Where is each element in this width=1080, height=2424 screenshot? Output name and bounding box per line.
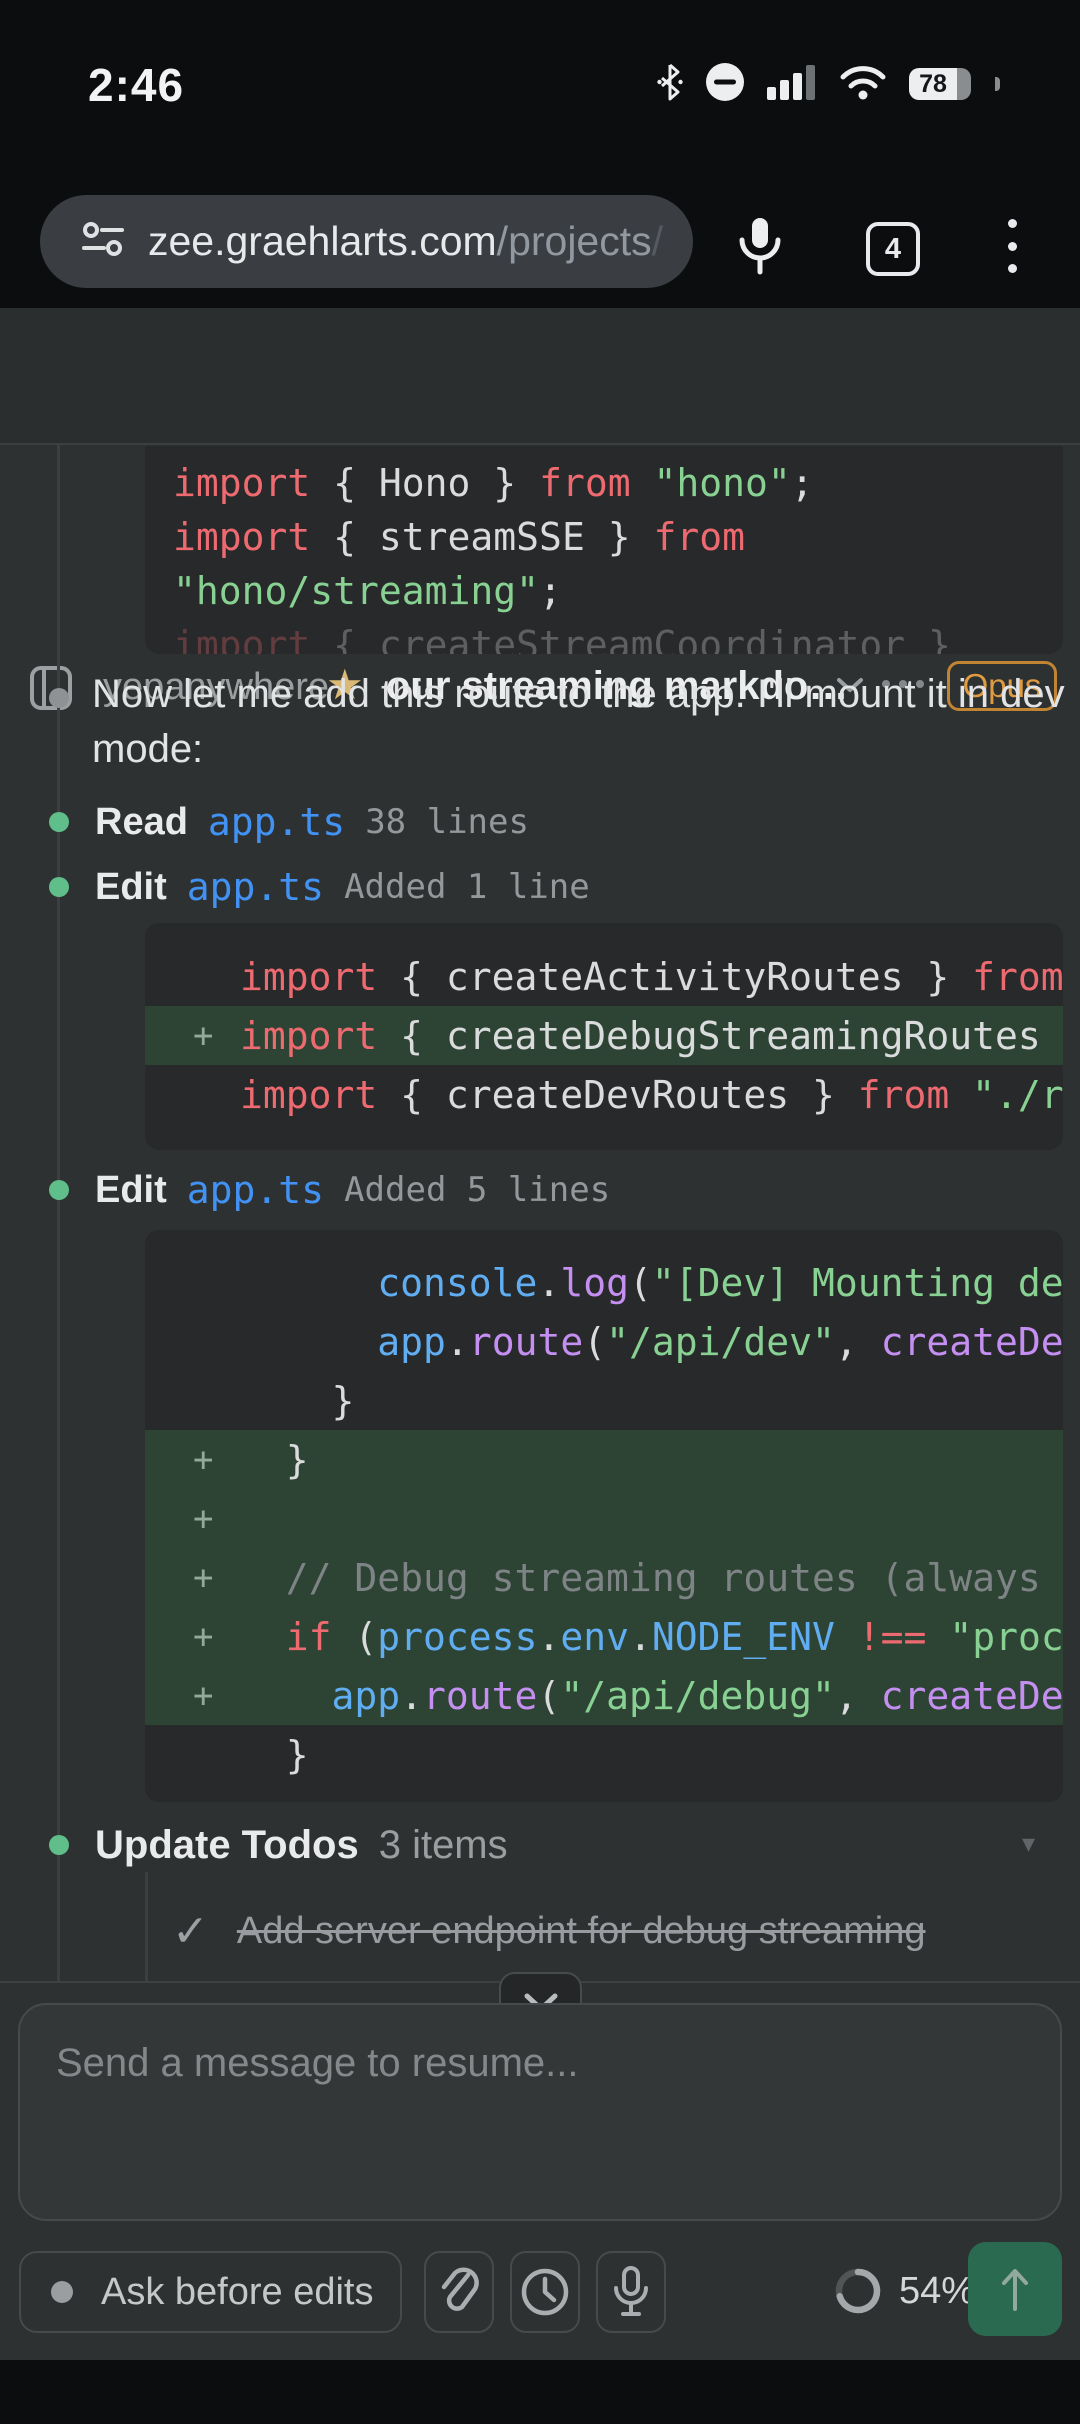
clock-icon bbox=[521, 2268, 569, 2316]
code-line: + bbox=[145, 1489, 1063, 1548]
phone-screen: 2:46 78 zee.graehlarts.com/projects/ 4 y… bbox=[0, 0, 1080, 2424]
mode-label: Ask before edits bbox=[101, 2270, 374, 2313]
code-line: + import { createDebugStreamingRoutes bbox=[145, 1006, 1063, 1065]
tool-file: app.ts bbox=[186, 865, 325, 909]
url-path: /projects bbox=[496, 218, 652, 264]
code-line: console. log("[Dev] Mounting de bbox=[377, 1260, 1063, 1305]
url-overflow: / bbox=[651, 218, 664, 264]
tool-row-edit-1[interactable]: Edit app.ts Added 1 line bbox=[95, 863, 590, 911]
gesture-area bbox=[0, 2360, 1080, 2424]
clock-time: 2:46 bbox=[88, 59, 185, 111]
todos-timeline bbox=[145, 1872, 148, 1981]
code-block-diff-1: import { createActivityRoutes } from + imp… bbox=[145, 923, 1063, 1150]
assistant-message: Now let me add this route to the app. I'… bbox=[92, 667, 1080, 777]
url-bar[interactable]: zee.graehlarts.com/projects/ bbox=[40, 195, 693, 288]
code-line: + if (process. env. NODE_ENV !== "proc bbox=[145, 1607, 1063, 1666]
code-block-diff-2: console. log("[Dev] Mounting de app. route… bbox=[145, 1230, 1063, 1802]
todo-text: Add server endpoint for debug streaming bbox=[236, 1909, 926, 1952]
browser-menu-icon[interactable] bbox=[1000, 219, 1024, 273]
todos-header[interactable]: Update Todos 3 items bbox=[95, 1821, 508, 1869]
arrow-up-icon bbox=[1002, 2269, 1028, 2311]
diff-gutter: + bbox=[193, 1616, 214, 1657]
message-bullet bbox=[49, 688, 69, 708]
code-line: app. route("/api/dev", createDe bbox=[377, 1319, 1063, 1364]
message-line: mode: bbox=[92, 727, 204, 771]
diff-gutter: + bbox=[193, 1675, 214, 1716]
diff-gutter: + bbox=[193, 1498, 214, 1539]
attach-file-button[interactable] bbox=[424, 2251, 494, 2333]
voice-search-icon[interactable] bbox=[736, 216, 784, 283]
permission-mode-button[interactable]: Ask before edits bbox=[19, 2251, 402, 2333]
tool-bullet bbox=[49, 877, 69, 897]
paperclip-icon bbox=[441, 2267, 479, 2311]
tab-switcher-button[interactable]: 4 bbox=[866, 222, 920, 276]
mode-dot-icon bbox=[51, 2281, 73, 2303]
code-line: import { Hono } from "hono"; bbox=[173, 461, 814, 505]
app-header: yepanywhere ★ our streaming markdo… Opus bbox=[0, 308, 1080, 711]
wifi-icon bbox=[839, 63, 887, 106]
tool-file: app.ts bbox=[186, 1168, 325, 1212]
code-line: + // Debug streaming routes (always bbox=[145, 1548, 1063, 1607]
tool-bullet bbox=[49, 1180, 69, 1200]
code-line: "hono/streaming"; bbox=[173, 569, 562, 613]
do-not-disturb-icon bbox=[705, 62, 745, 107]
tab-count: 4 bbox=[884, 232, 902, 265]
todos-bullet bbox=[49, 1835, 69, 1855]
code-line: import { streamSSE } from bbox=[173, 515, 745, 559]
tool-row-edit-2[interactable]: Edit app.ts Added 5 lines bbox=[95, 1166, 610, 1214]
tool-action: Read bbox=[95, 800, 188, 843]
browser-chrome: 2:46 78 zee.graehlarts.com/projects/ 4 bbox=[0, 0, 1080, 308]
status-icons: 78 bbox=[657, 62, 1000, 106]
message-input-container bbox=[18, 2003, 1062, 2221]
tool-meta: Added 5 lines bbox=[344, 1170, 611, 1210]
cell-signal-icon bbox=[767, 64, 817, 105]
code-line: import { createActivityRoutes } from bbox=[240, 954, 1063, 999]
microphone-icon bbox=[614, 2266, 648, 2316]
code-line: + app. route("/api/debug", createDe bbox=[145, 1666, 1063, 1725]
url-text[interactable]: zee.graehlarts.com/projects/ bbox=[148, 218, 663, 265]
code-line: } bbox=[240, 1732, 309, 1777]
todos-title: Update Todos bbox=[95, 1822, 359, 1867]
diff-gutter: + bbox=[193, 1439, 214, 1480]
thread-timeline bbox=[57, 444, 60, 1981]
battery-percent: 78 bbox=[909, 68, 957, 100]
context-percent: 54% bbox=[899, 2269, 976, 2312]
context-ring-icon bbox=[835, 2268, 881, 2314]
message-input[interactable] bbox=[20, 2005, 1060, 2219]
tool-action: Edit bbox=[95, 865, 167, 908]
tool-row-read[interactable]: Read app.ts 38 lines bbox=[95, 798, 529, 846]
battery-icon: 78 bbox=[909, 68, 971, 100]
diff-gutter: + bbox=[193, 1557, 214, 1598]
message-line: Now let me add this route to the app. I'… bbox=[92, 672, 1065, 716]
url-host: zee.graehlarts.com bbox=[148, 218, 497, 264]
battery-nub-icon bbox=[995, 77, 1000, 91]
code-line: } bbox=[240, 1378, 355, 1423]
tool-action: Edit bbox=[95, 1168, 167, 1211]
diff-gutter: + bbox=[193, 1015, 214, 1056]
code-block-imports: import { Hono } from "hono"; import { str… bbox=[145, 446, 1063, 654]
tool-meta: 38 lines bbox=[365, 802, 529, 842]
todo-item: ✓ Add server endpoint for debug streamin… bbox=[172, 1906, 926, 1956]
voice-input-button[interactable] bbox=[596, 2251, 666, 2333]
todos-count: 3 items bbox=[378, 1822, 508, 1867]
bluetooth-icon bbox=[657, 62, 683, 107]
tool-file: app.ts bbox=[207, 800, 346, 844]
todo-check-icon: ✓ bbox=[172, 1906, 209, 1956]
send-button[interactable] bbox=[968, 2242, 1062, 2336]
tool-bullet bbox=[49, 812, 69, 832]
context-indicator: 54% bbox=[833, 2266, 975, 2316]
todos-collapse-caret-icon[interactable]: ▾ bbox=[1022, 1828, 1035, 1859]
code-line: + } bbox=[145, 1430, 1063, 1489]
tool-meta: Added 1 line bbox=[344, 867, 590, 907]
code-line: import { createDevRoutes } from "./r bbox=[240, 1072, 1063, 1117]
site-settings-icon[interactable] bbox=[82, 219, 124, 264]
code-line: import { createStreamCoordinator } bbox=[173, 623, 951, 654]
history-button[interactable] bbox=[510, 2251, 580, 2333]
